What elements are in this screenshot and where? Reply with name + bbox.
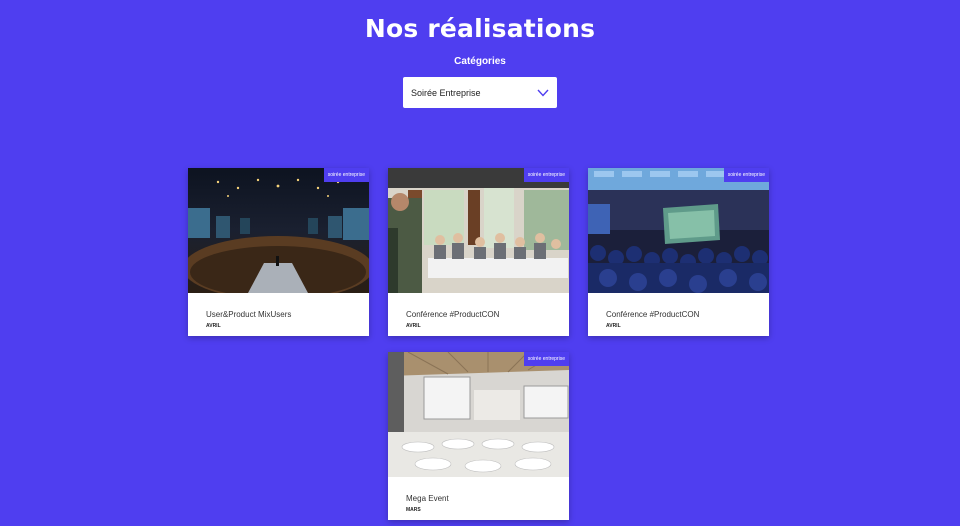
chevron-down-icon bbox=[537, 89, 549, 97]
page-title: Nos réalisations bbox=[364, 14, 596, 43]
project-card[interactable]: soirée entreprise Conférence #ProductCON… bbox=[588, 168, 769, 336]
project-title[interactable]: Mega Event bbox=[406, 494, 449, 503]
category-badge: soirée entreprise bbox=[523, 352, 569, 366]
project-title[interactable]: User&Product MixUsers bbox=[206, 310, 291, 319]
category-badge: soirée entreprise bbox=[523, 168, 569, 182]
category-select[interactable]: Soirée Entreprise bbox=[403, 77, 557, 108]
project-card[interactable]: soirée entreprise Mega Event MARS bbox=[388, 352, 569, 520]
project-card[interactable]: soirée entreprise Conférence #ProductCON… bbox=[388, 168, 569, 336]
event-photo bbox=[588, 168, 769, 293]
category-badge: soirée entreprise bbox=[723, 168, 769, 182]
event-photo bbox=[388, 352, 569, 477]
project-title[interactable]: Conférence #ProductCON bbox=[606, 310, 699, 319]
project-card[interactable]: soirée entreprise User&Product MixUsers … bbox=[188, 168, 369, 336]
event-photo bbox=[188, 168, 369, 293]
category-select-value: Soirée Entreprise bbox=[411, 87, 481, 98]
project-month: MARS bbox=[406, 507, 421, 513]
project-title[interactable]: Conférence #ProductCON bbox=[406, 310, 499, 319]
category-filter-label: Catégories bbox=[454, 56, 506, 67]
event-photo bbox=[388, 168, 569, 293]
project-month: AVRIL bbox=[606, 323, 621, 329]
category-badge: soirée entreprise bbox=[323, 168, 369, 182]
project-month: AVRIL bbox=[206, 323, 221, 329]
project-month: AVRIL bbox=[406, 323, 421, 329]
